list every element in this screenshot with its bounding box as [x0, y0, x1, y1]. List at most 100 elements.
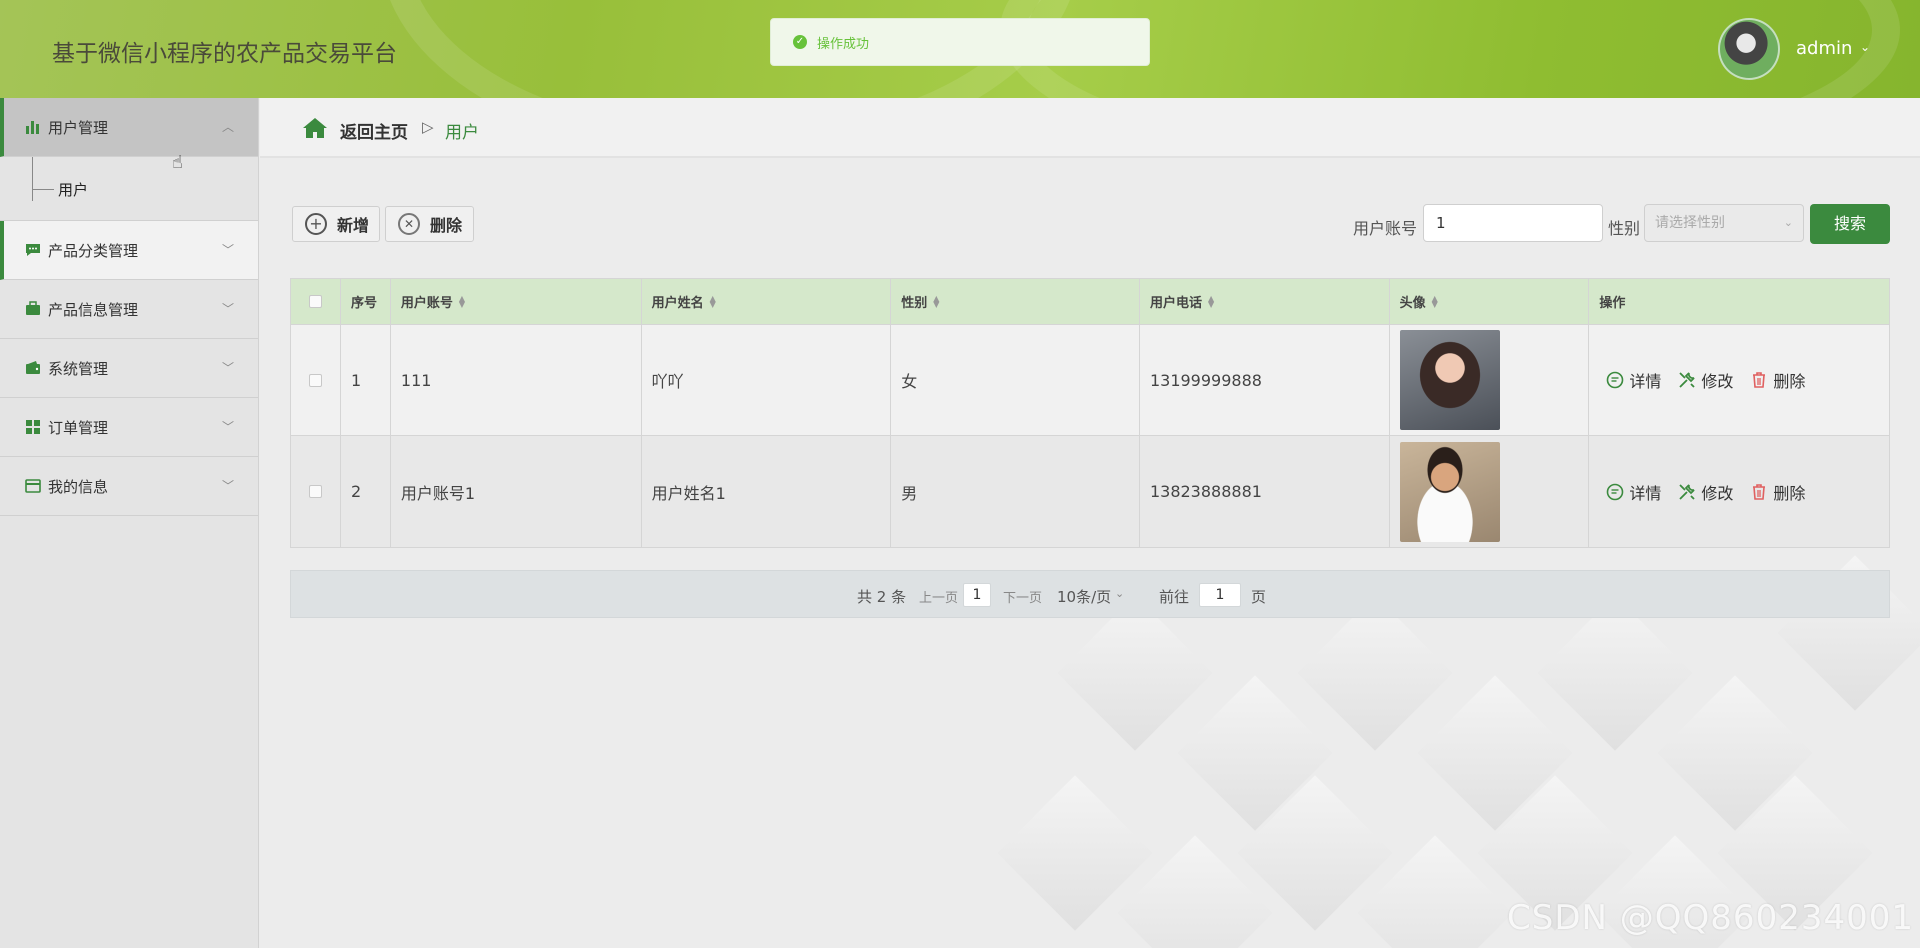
- row-checkbox[interactable]: [308, 373, 322, 387]
- column-header-label: 序号: [350, 296, 377, 311]
- wrench-icon: [1679, 372, 1696, 388]
- column-header-label: 操作: [1599, 296, 1626, 311]
- tree-line: [32, 189, 54, 190]
- chat-icon: [26, 244, 40, 256]
- cell-avatar: [1390, 325, 1590, 435]
- user-photo: [1399, 441, 1500, 542]
- sidebar-item-label: 我的信息: [48, 477, 109, 496]
- delete-button[interactable]: ✕ 删除: [385, 206, 474, 242]
- chevron-down-icon: ﹀: [221, 420, 234, 434]
- chevron-down-icon: ⌄: [1783, 216, 1793, 229]
- sidebar-subitem-user[interactable]: 用户: [58, 179, 88, 200]
- column-header-label: 头像: [1399, 296, 1426, 311]
- cell-gender: 男: [891, 436, 1140, 547]
- sidebar-item-product-management[interactable]: 产品信息管理 ﹀: [0, 280, 258, 339]
- edit-button[interactable]: 修改: [1677, 368, 1733, 392]
- bar-chart-icon: [26, 121, 39, 134]
- sidebar-item-label: 产品信息管理: [48, 300, 139, 319]
- home-icon[interactable]: [302, 116, 328, 140]
- sidebar-item-category-management[interactable]: 产品分类管理 ﹀: [0, 221, 258, 280]
- breadcrumb-home-link[interactable]: 返回主页: [340, 118, 408, 143]
- column-header-account[interactable]: 用户账号 ▲ ▼: [391, 279, 642, 324]
- column-header-avatar[interactable]: 头像 ▲ ▼: [1390, 279, 1590, 324]
- sort-icon[interactable]: ▲ ▼: [710, 294, 716, 308]
- search-button[interactable]: 搜索: [1810, 204, 1890, 244]
- chevron-down-icon: ﹀: [221, 243, 234, 257]
- next-page-button[interactable]: 下一页: [1003, 587, 1042, 606]
- check-circle-icon: ✓: [793, 35, 807, 49]
- add-button[interactable]: + 新增: [292, 206, 380, 242]
- sort-icon[interactable]: ▲ ▼: [1208, 294, 1214, 308]
- app-title: 基于微信小程序的农产品交易平台: [52, 41, 397, 67]
- row-checkbox[interactable]: [308, 485, 322, 498]
- delete-row-label: 删除: [1773, 483, 1806, 503]
- prev-page-button[interactable]: 上一页: [919, 587, 958, 606]
- sidebar-item-order-management[interactable]: 订单管理 ﹀: [0, 398, 258, 457]
- column-header-label: 用户电话: [1149, 296, 1202, 311]
- sort-icon[interactable]: ▲ ▼: [933, 294, 939, 308]
- edit-button[interactable]: 修改: [1677, 480, 1733, 504]
- detail-label: 详情: [1629, 483, 1662, 503]
- user-table: 序号 用户账号 ▲ ▼ 用户姓名 ▲ ▼ 性别 ▲ ▼ 用户电话 ▲ ▼ 头像 ▲ ▼ 操作 1 1…: [290, 278, 1890, 548]
- wallet-icon: [26, 361, 40, 374]
- hand-cursor-icon: ☝: [172, 152, 183, 173]
- detail-button[interactable]: 详情: [1605, 368, 1661, 392]
- background-tile: [1537, 595, 1693, 751]
- sidebar-item-label: 系统管理: [48, 359, 109, 378]
- account-search-input[interactable]: [1423, 204, 1603, 242]
- column-header-name[interactable]: 用户姓名 ▲ ▼: [642, 279, 892, 324]
- cell-phone: 13199999888: [1140, 325, 1390, 435]
- delete-row-button[interactable]: 删除: [1749, 368, 1805, 392]
- delete-row-label: 删除: [1773, 372, 1806, 391]
- page-suffix: 页: [1251, 588, 1267, 606]
- breadcrumb-separator: ▷: [422, 118, 434, 136]
- page-size-select[interactable]: 10条/页: [1057, 586, 1111, 607]
- sidebar-item-user-management[interactable]: 用户管理 ︿: [0, 98, 258, 157]
- table-row: 2 用户账号1 用户姓名1 男 13823888881 详情 修改 删除: [291, 436, 1889, 547]
- cell-avatar: [1390, 436, 1590, 547]
- breadcrumb: 返回主页 ▷ 用户: [260, 98, 1920, 158]
- sort-icon[interactable]: ▲ ▼: [459, 294, 465, 308]
- sort-icon[interactable]: ▲ ▼: [1432, 294, 1438, 308]
- cell-name: 用户姓名1: [642, 436, 892, 547]
- pagination-total: 共 2 条: [857, 588, 907, 606]
- chevron-up-icon: ︿: [221, 120, 234, 134]
- cell-actions: 详情 修改 删除: [1589, 325, 1889, 435]
- user-photo: [1399, 330, 1500, 430]
- wrench-icon: [1679, 483, 1696, 500]
- sidebar-item-my-info[interactable]: 我的信息 ﹀: [0, 457, 258, 516]
- sidebar-item-system-management[interactable]: 系统管理 ﹀: [0, 339, 258, 398]
- card-icon: [25, 479, 41, 493]
- column-header-gender[interactable]: 性别 ▲ ▼: [891, 279, 1140, 324]
- tree-line: [32, 157, 33, 201]
- background-tile: [1057, 595, 1213, 751]
- plus-circle-icon: +: [305, 213, 327, 235]
- detail-button[interactable]: 详情: [1605, 480, 1661, 504]
- detail-icon: [1607, 483, 1624, 500]
- table-header-row: 序号 用户账号 ▲ ▼ 用户姓名 ▲ ▼ 性别 ▲ ▼ 用户电话 ▲ ▼ 头像 ▲ ▼ 操作: [291, 279, 1889, 325]
- cell-account: 用户账号1: [391, 436, 642, 547]
- pagination: 共 2 条 上一页 1 下一页 10条/页 ⌄ 前往 1 页: [290, 570, 1890, 618]
- chevron-down-icon[interactable]: ⌄: [1860, 40, 1870, 54]
- user-name[interactable]: admin: [1796, 38, 1852, 59]
- table-row: 1 111 吖吖 女 13199999888 详情 修改 删除: [291, 325, 1889, 436]
- chevron-down-icon[interactable]: ⌄: [1115, 587, 1124, 600]
- page-number[interactable]: 1: [963, 583, 991, 607]
- user-avatar[interactable]: [1718, 18, 1780, 80]
- breadcrumb-current: 用户: [445, 123, 479, 143]
- select-all-checkbox[interactable]: [308, 295, 322, 308]
- goto-page-input[interactable]: 1: [1199, 583, 1241, 607]
- column-header-label: 用户姓名: [651, 296, 704, 311]
- column-header-phone[interactable]: 用户电话 ▲ ▼: [1140, 279, 1390, 324]
- column-header-index: 序号: [341, 279, 391, 324]
- edit-label: 修改: [1701, 483, 1734, 503]
- edit-label: 修改: [1701, 372, 1734, 391]
- trash-icon: [1753, 483, 1766, 500]
- row-checkbox-cell: [291, 325, 341, 435]
- gender-select-placeholder: 请选择性别: [1655, 215, 1725, 231]
- sidebar-item-label: 产品分类管理: [48, 241, 139, 260]
- gender-select[interactable]: 请选择性别 ⌄: [1644, 204, 1804, 242]
- grid-icon: [26, 420, 40, 434]
- add-button-label: 新增: [337, 216, 370, 235]
- delete-row-button[interactable]: 删除: [1749, 480, 1805, 504]
